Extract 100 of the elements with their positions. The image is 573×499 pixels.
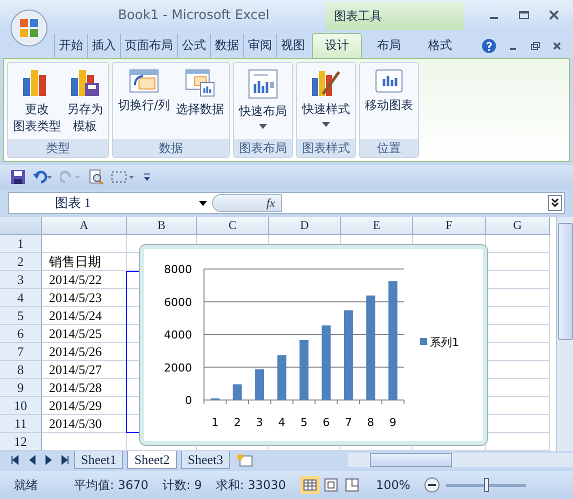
window-title: Book1 - Microsoft Excel: [118, 8, 270, 22]
help-icon[interactable]: [481, 38, 497, 54]
caret-icon: [322, 122, 330, 127]
close-icon[interactable]: [551, 40, 563, 52]
selection-icon[interactable]: [110, 169, 136, 185]
row-header[interactable]: 2: [0, 253, 42, 271]
ribbon-tab[interactable]: 格式: [416, 34, 464, 58]
row-header[interactable]: 8: [0, 361, 42, 379]
close-icon[interactable]: [547, 9, 561, 21]
table-cell: 2014/5/25: [42, 325, 127, 343]
axis-label: 6000: [164, 296, 192, 309]
undo-icon[interactable]: [32, 169, 54, 185]
maximize-icon[interactable]: [517, 9, 531, 21]
row-header[interactable]: 9: [0, 379, 42, 397]
context-tab-group: 图表工具: [326, 2, 464, 30]
axis-label: 8: [367, 416, 374, 429]
zoom-slider-thumb[interactable]: [484, 478, 490, 492]
caret-icon: [259, 124, 268, 129]
ribbon-button[interactable]: 移动图表: [362, 65, 416, 137]
column-header[interactable]: F: [413, 217, 486, 235]
customize-icon[interactable]: [142, 171, 152, 183]
ribbon-button[interactable]: 快速布局: [236, 65, 290, 137]
chart-window-icon: [375, 69, 404, 93]
status-text: 求和: 33030: [216, 476, 286, 494]
axis-label: 6: [322, 416, 330, 429]
row-header[interactable]: 3: [0, 271, 42, 289]
group-label: 图表样式: [297, 139, 356, 157]
table-cell: 2014/5/24: [42, 307, 127, 325]
axis-label: 0: [185, 394, 192, 407]
sheet-nav-icon[interactable]: [10, 455, 70, 465]
name-box[interactable]: 图表 1: [9, 194, 212, 212]
dropdown-icon: [199, 200, 207, 206]
row-header[interactable]: 5: [0, 307, 42, 325]
axis-label: 7: [344, 416, 352, 429]
ribbon-button[interactable]: 选择数据: [173, 65, 228, 137]
column-header[interactable]: A: [42, 217, 127, 235]
bar: [232, 384, 242, 400]
switch-table-icon: [129, 69, 160, 93]
column-header[interactable]: G: [486, 217, 550, 235]
column-header[interactable]: D: [269, 217, 341, 235]
column-header[interactable]: E: [341, 217, 413, 235]
axis-label: 8000: [164, 263, 192, 276]
table-chart-icon: [185, 69, 216, 97]
group-label: 类型: [8, 139, 108, 157]
row-header[interactable]: 6: [0, 325, 42, 343]
column-header[interactable]: C: [197, 217, 269, 235]
table-cell: 2014/5/30: [42, 415, 127, 433]
row-header[interactable]: 4: [0, 289, 42, 307]
ribbon-tab[interactable]: 布局: [365, 34, 413, 58]
chart-brush-icon: [311, 69, 342, 97]
group-label: 位置: [360, 139, 418, 157]
expand-icon[interactable]: [548, 195, 562, 211]
chart-layout-icon: [248, 69, 278, 99]
group-label: 数据: [113, 139, 230, 157]
print-preview-icon[interactable]: [88, 169, 104, 185]
ribbon-button[interactable]: 另存为 模板: [64, 65, 106, 137]
chart-disk-icon: [70, 69, 100, 97]
axis-label: 9: [389, 416, 396, 429]
bar: [277, 355, 286, 400]
horizontal-scrollbar[interactable]: [348, 453, 573, 467]
ribbon-button[interactable]: 更改 图表类型: [10, 65, 64, 137]
table-cell: 销售日期: [42, 253, 127, 271]
row-header[interactable]: 11: [0, 415, 42, 433]
zoom-out-icon[interactable]: [424, 477, 440, 493]
table-cell: 2014/5/26: [42, 343, 127, 361]
table-cell: 2014/5/23: [42, 289, 127, 307]
axis-label: 4000: [164, 328, 192, 342]
table-cell: 2014/5/29: [42, 397, 127, 415]
column-header[interactable]: B: [127, 217, 197, 235]
sheet-tab[interactable]: Sheet3: [180, 451, 230, 469]
row-header[interactable]: 12: [0, 433, 42, 451]
row-header[interactable]: 1: [0, 235, 42, 253]
ribbon-button[interactable]: 快速样式: [299, 65, 354, 137]
status-text: 计数: 9: [162, 476, 202, 494]
axis-label: 4: [278, 416, 286, 429]
axis-label: 5: [300, 416, 308, 429]
normal-view-icon[interactable]: [300, 476, 320, 494]
zoom-level[interactable]: 100%: [376, 478, 410, 492]
ribbon-button[interactable]: 切换行/列: [115, 65, 174, 137]
sheet-tab[interactable]: Sheet1: [74, 451, 124, 469]
vertical-scrollbar[interactable]: [556, 217, 573, 451]
axis-label: 2000: [164, 361, 192, 374]
row-header[interactable]: 7: [0, 343, 42, 361]
restore-icon[interactable]: [529, 40, 541, 52]
status-text: 就绪: [14, 476, 38, 494]
ribbon-tab[interactable]: 设计: [312, 33, 362, 58]
bar: [255, 369, 264, 400]
axis-label: 3: [256, 416, 264, 429]
sheet-tab[interactable]: Sheet2: [127, 451, 177, 469]
chart-area[interactable]: 0 2000 4000 6000 8000 1 2 3 4 5 6 7 8 9 系列1: [140, 245, 487, 445]
status-text: 平均值: 3670: [74, 476, 148, 494]
table-cell: 2014/5/28: [42, 379, 127, 397]
group-label: 图表布局: [234, 139, 292, 157]
table-cell: 2014/5/22: [42, 271, 127, 289]
row-header[interactable]: 10: [0, 397, 42, 415]
axis-label: 1: [212, 416, 219, 429]
insert-function-button[interactable]: fx: [266, 196, 275, 210]
save-icon[interactable]: [10, 169, 26, 185]
axis-label: 2: [234, 416, 241, 429]
bar: [300, 340, 308, 400]
